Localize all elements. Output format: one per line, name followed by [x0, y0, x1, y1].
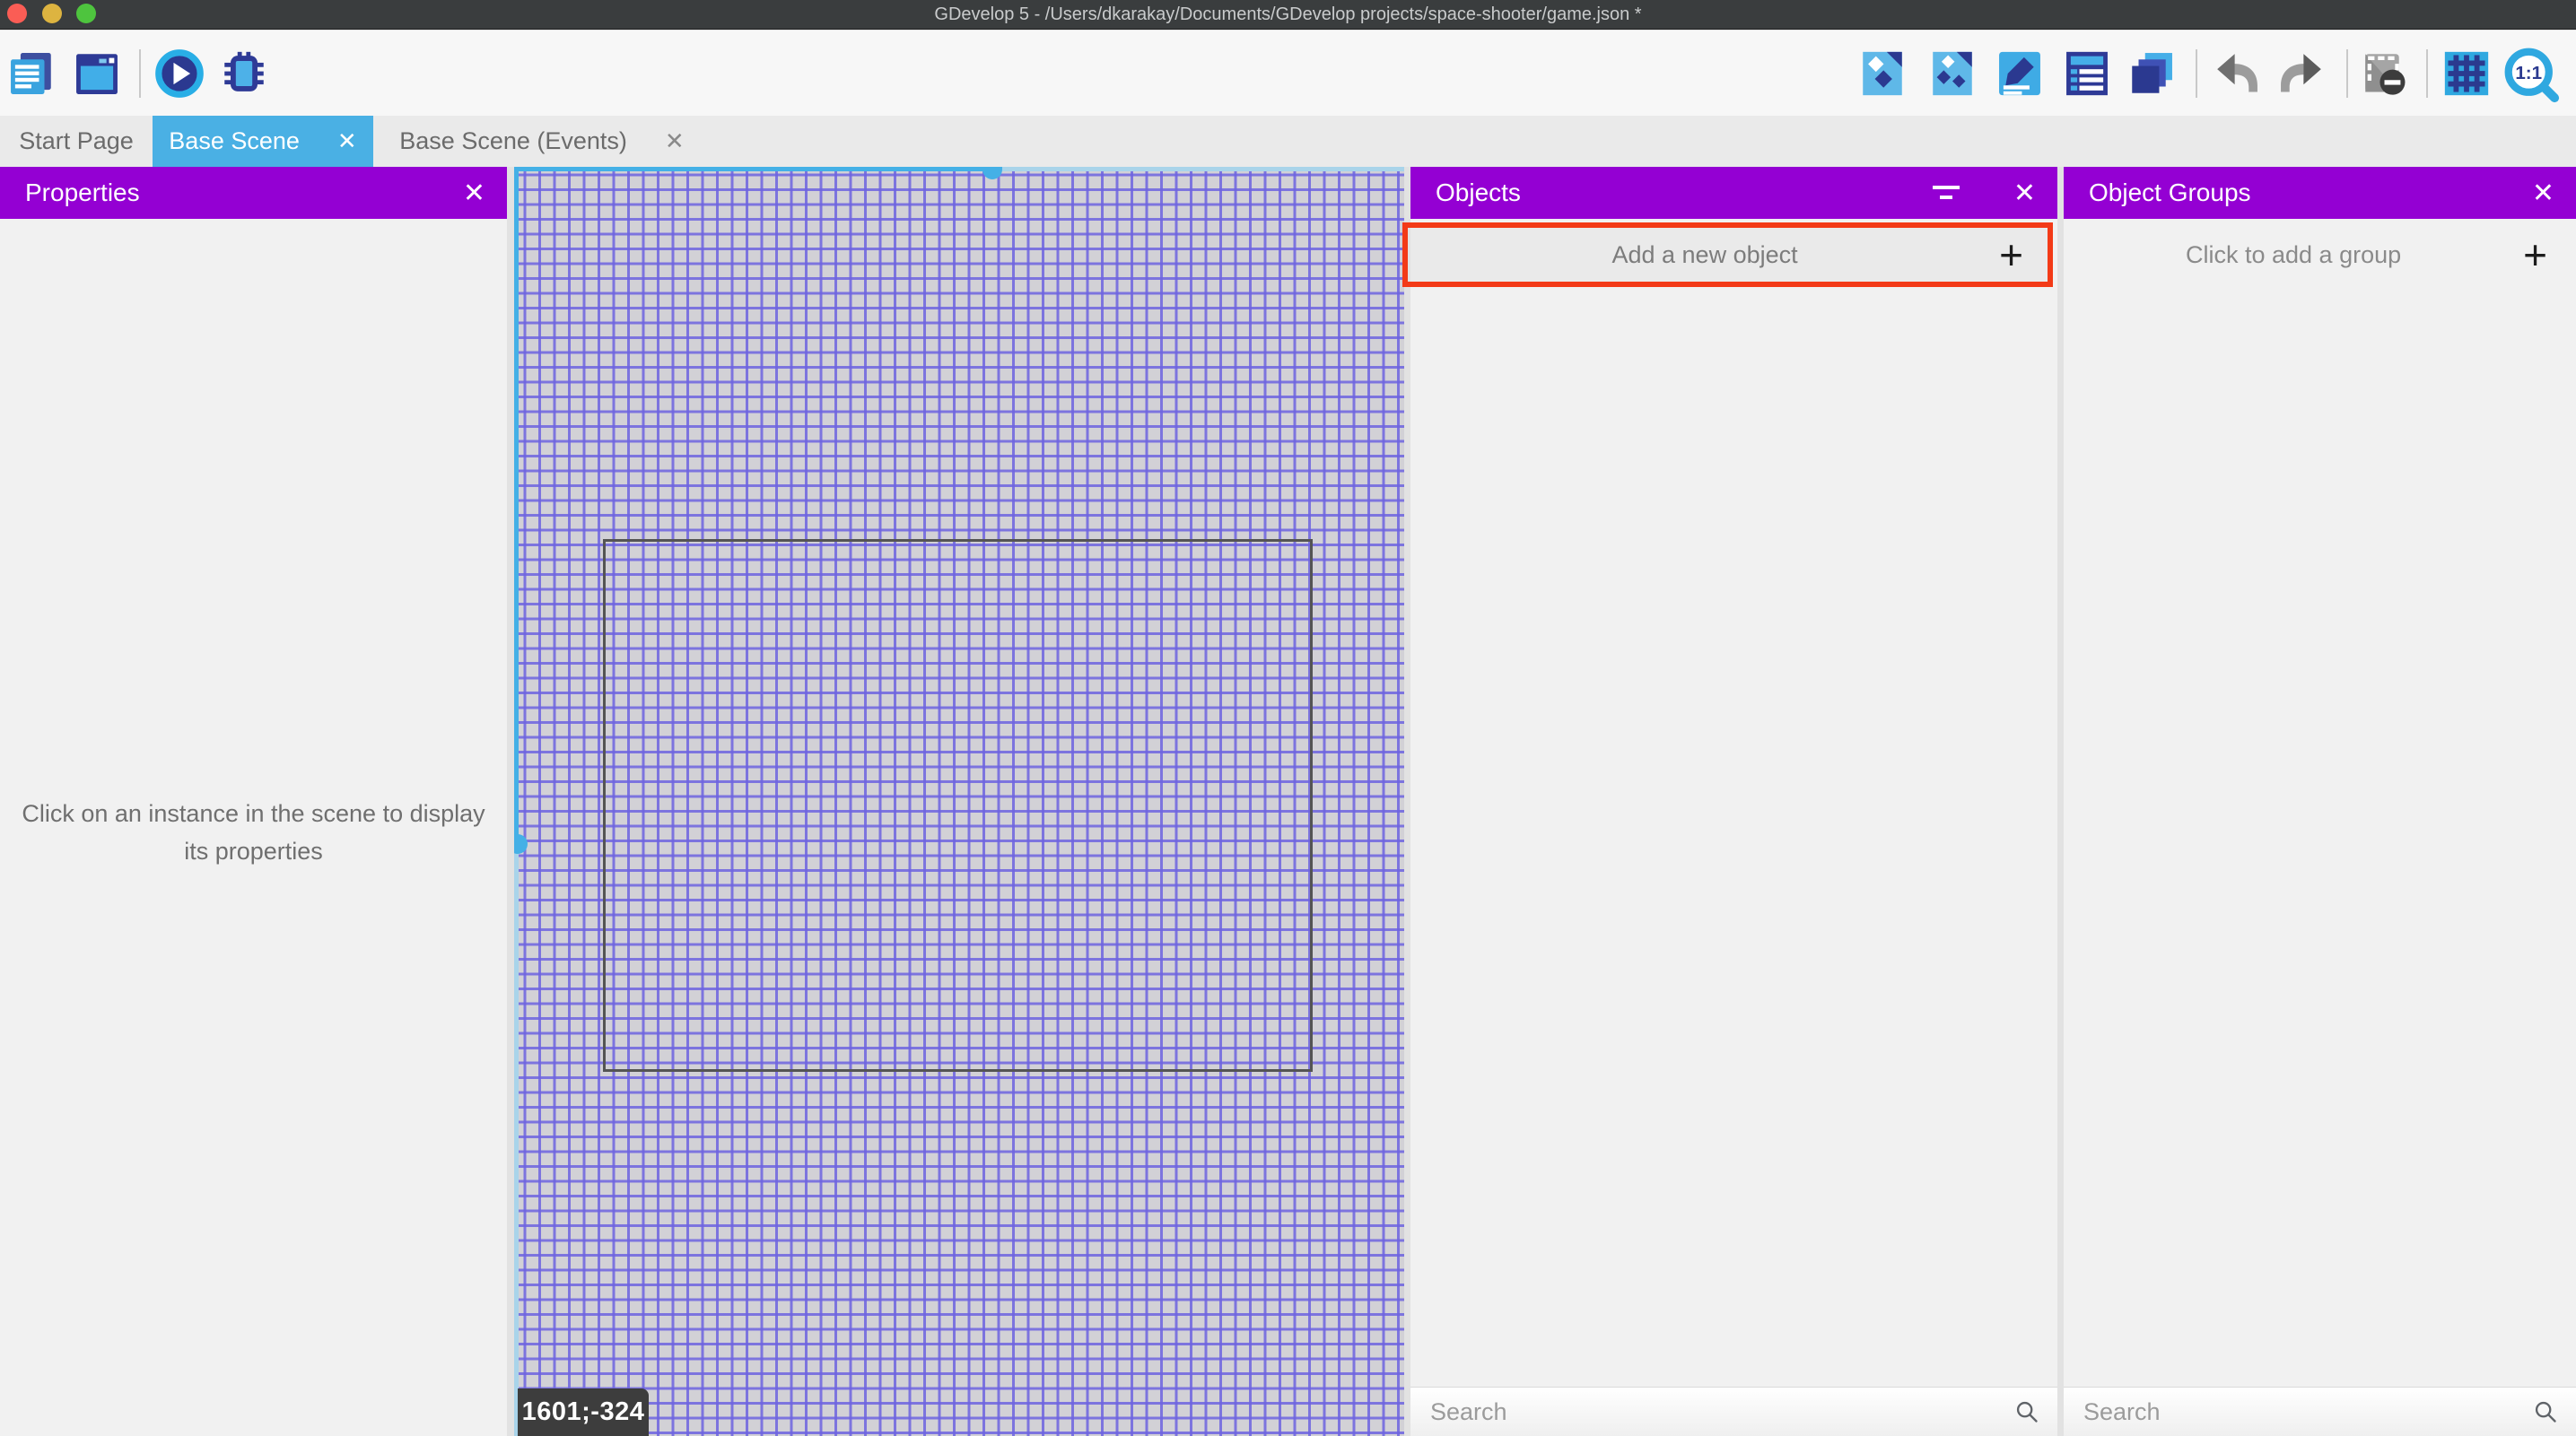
cursor-coordinates-tooltip: 1601;-324	[518, 1388, 649, 1436]
object-groups-panel: Object Groups ✕ Click to add a group +	[2064, 167, 2576, 1436]
search-icon[interactable]	[2014, 1399, 2039, 1424]
horizontal-scrollbar[interactable]	[992, 167, 1404, 171]
objects-editor-icon[interactable]	[1856, 48, 1908, 100]
plus-icon[interactable]: +	[2523, 237, 2547, 273]
objects-search-input[interactable]	[1410, 1388, 1986, 1436]
objects-search-bar	[1410, 1387, 2057, 1436]
project-manager-icon[interactable]	[5, 48, 57, 100]
tab-base-scene-events[interactable]: Base Scene (Events) ✕	[373, 116, 711, 167]
vertical-scrollbar-thumb[interactable]	[514, 834, 528, 854]
properties-panel-header: Properties ✕	[0, 167, 507, 219]
game-window-bounds	[603, 539, 1313, 1072]
groups-search-bar	[2064, 1387, 2576, 1436]
panel-title: Objects	[1436, 178, 1933, 207]
filter-icon[interactable]	[1933, 184, 1960, 202]
properties-panel: Properties ✕ Click on an instance in the…	[0, 167, 507, 1436]
toolbar-separator	[2346, 49, 2348, 98]
add-group-button[interactable]: Click to add a group +	[2064, 228, 2569, 282]
tab-label: Base Scene (Events)	[399, 127, 627, 155]
object-groups-editor-icon[interactable]	[1926, 48, 1978, 100]
groups-search-input[interactable]	[2064, 1388, 2504, 1436]
vertical-scrollbar[interactable]	[514, 167, 519, 844]
horizontal-scrollbar[interactable]	[514, 167, 992, 171]
panel-title: Properties	[25, 178, 463, 207]
tab-start-page[interactable]: Start Page	[0, 116, 153, 167]
tab-close-icon[interactable]: ✕	[337, 127, 357, 155]
objects-panel-header: Objects ✕	[1410, 167, 2057, 219]
object-groups-panel-header: Object Groups ✕	[2064, 167, 2576, 219]
scene-window-icon[interactable]	[71, 48, 123, 100]
scene-editor-canvas[interactable]: 1601;-324	[514, 167, 1404, 1436]
scene-properties-icon[interactable]	[1994, 48, 2046, 100]
tab-bar: Start Page Base Scene ✕ Base Scene (Even…	[0, 116, 2576, 167]
instances-list-icon[interactable]	[2061, 48, 2113, 100]
tab-label: Start Page	[19, 127, 134, 155]
vertical-scrollbar[interactable]	[514, 844, 519, 1436]
tab-label: Base Scene	[169, 127, 300, 155]
layers-editor-icon[interactable]	[2126, 48, 2178, 100]
panel-title: Object Groups	[2089, 178, 2532, 207]
add-group-label: Click to add a group	[2064, 241, 2523, 269]
window-title: GDevelop 5 - /Users/dkarakay/Documents/G…	[0, 0, 2576, 30]
window-mask-icon[interactable]	[2359, 48, 2411, 100]
zoom-level-label: 1:1	[2515, 63, 2542, 83]
properties-empty-message: Click on an instance in the scene to dis…	[0, 795, 507, 870]
search-icon[interactable]	[2533, 1399, 2558, 1424]
close-icon[interactable]: ✕	[463, 178, 485, 209]
debug-icon[interactable]	[218, 48, 270, 100]
tab-close-icon[interactable]: ✕	[665, 127, 685, 155]
toolbar-separator	[139, 49, 141, 98]
zoom-1to1-icon[interactable]: 1:1	[2502, 45, 2561, 104]
horizontal-scrollbar-thumb[interactable]	[982, 167, 1002, 179]
plus-icon[interactable]: +	[1999, 237, 2023, 273]
toolbar: 1:1	[0, 30, 2576, 116]
redo-icon[interactable]	[2275, 48, 2327, 100]
objects-panel: Objects ✕ Add a new object +	[1410, 167, 2057, 1436]
add-new-object-button[interactable]: Add a new object +	[1410, 228, 2050, 282]
preview-play-icon[interactable]	[153, 48, 205, 100]
close-icon[interactable]: ✕	[2013, 178, 2036, 209]
toggle-grid-icon[interactable]	[2441, 48, 2493, 100]
titlebar: GDevelop 5 - /Users/dkarakay/Documents/G…	[0, 0, 2576, 30]
add-new-object-label: Add a new object	[1410, 241, 1999, 269]
close-icon[interactable]: ✕	[2532, 178, 2554, 209]
toolbar-separator	[2196, 49, 2197, 98]
gdevelop-window: GDevelop 5 - /Users/dkarakay/Documents/G…	[0, 0, 2576, 1436]
undo-icon[interactable]	[2211, 48, 2263, 100]
toolbar-separator	[2426, 49, 2428, 98]
tab-base-scene[interactable]: Base Scene ✕	[153, 116, 373, 167]
